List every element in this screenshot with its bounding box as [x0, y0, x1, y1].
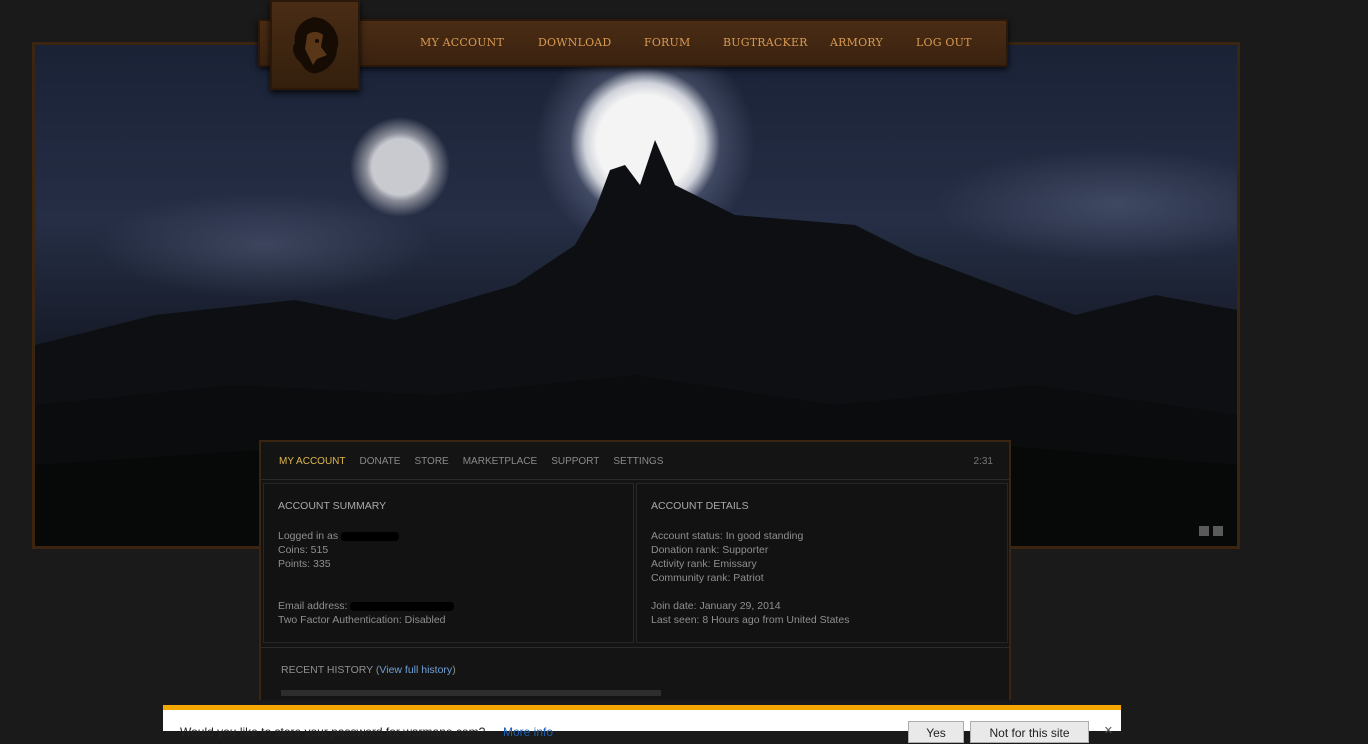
community-rank: Community rank: Patriot [651, 572, 764, 584]
account-panel: MY ACCOUNT DONATE STORE MARKETPLACE SUPP… [259, 440, 1011, 700]
slider-dot[interactable] [1213, 526, 1223, 536]
email-label: Email address: [278, 600, 348, 612]
account-details-card: ACCOUNT DETAILS Account status: In good … [636, 483, 1008, 643]
recent-history-heading: RECENT HISTORY (View full history) [281, 664, 456, 676]
tab-store[interactable]: STORE [414, 456, 448, 467]
redacted-email [350, 601, 455, 611]
activity-rank: Activity rank: Emissary [651, 558, 757, 570]
password-prompt-message: Would you like to store your password fo… [180, 725, 486, 739]
recent-history-close-paren: ) [452, 664, 456, 676]
account-details-title: ACCOUNT DETAILS [651, 500, 749, 512]
tab-donate[interactable]: DONATE [360, 456, 401, 467]
slider-dot[interactable] [1199, 526, 1209, 536]
account-tabs: MY ACCOUNT DONATE STORE MARKETPLACE SUPP… [279, 456, 677, 467]
email-row: Email address: [278, 600, 455, 612]
nav-log-out[interactable]: LOG OUT [916, 36, 972, 49]
not-for-this-site-button[interactable]: Not for this site [970, 721, 1089, 743]
tab-my-account[interactable]: MY ACCOUNT [279, 456, 346, 467]
join-date: Join date: January 29, 2014 [651, 600, 781, 612]
view-full-history-link[interactable]: View full history [379, 664, 452, 676]
tab-support[interactable]: SUPPORT [551, 456, 599, 467]
two-factor-status: Two Factor Authentication: Disabled [278, 614, 446, 626]
nav-download[interactable]: DOWNLOAD [538, 36, 644, 49]
divider [261, 479, 1009, 480]
history-row [281, 690, 661, 696]
logged-in-row: Logged in as [278, 530, 400, 542]
coins-value: Coins: 515 [278, 544, 329, 556]
lion-head-icon [293, 17, 339, 74]
tab-settings[interactable]: SETTINGS [613, 456, 663, 467]
divider [261, 647, 1009, 648]
points-value: Points: 335 [278, 558, 331, 570]
tab-marketplace[interactable]: MARKETPLACE [463, 456, 537, 467]
server-time: 2:31 [973, 456, 993, 467]
donation-rank: Donation rank: Supporter [651, 544, 769, 556]
site-logo[interactable] [270, 0, 360, 90]
last-seen: Last seen: 8 Hours ago from United State… [651, 614, 850, 626]
account-summary-card: ACCOUNT SUMMARY Logged in as Coins: 515 … [263, 483, 634, 643]
nav-armory[interactable]: ARMORY [830, 36, 916, 49]
slider-dots[interactable] [1199, 526, 1223, 536]
account-summary-title: ACCOUNT SUMMARY [278, 500, 387, 512]
yes-button[interactable]: Yes [908, 721, 964, 743]
nav-bugtracker[interactable]: BUGTRACKER [723, 36, 830, 49]
more-info-link[interactable]: More info [503, 725, 553, 739]
nav-forum[interactable]: FORUM [644, 36, 723, 49]
logged-in-label: Logged in as [278, 530, 339, 542]
nav-my-account[interactable]: MY ACCOUNT [420, 36, 538, 49]
recent-history-title: RECENT HISTORY ( [281, 664, 380, 676]
password-save-bar: Would you like to store your password fo… [163, 705, 1121, 743]
main-navigation: MY ACCOUNT DOWNLOAD FORUM BUGTRACKER ARM… [258, 19, 1008, 67]
redacted-username [341, 531, 400, 541]
account-status: Account status: In good standing [651, 530, 804, 542]
